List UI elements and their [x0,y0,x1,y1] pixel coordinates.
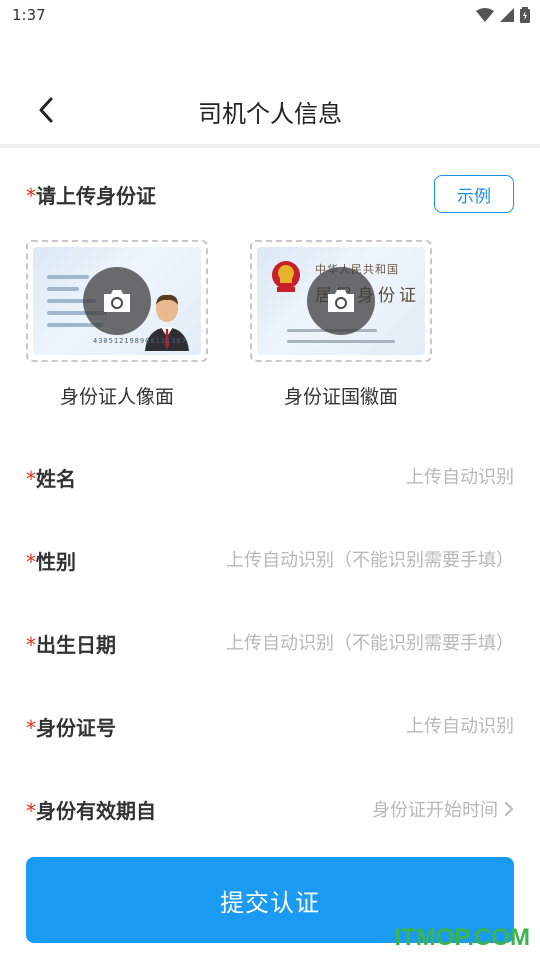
wifi-icon [476,8,494,22]
camera-button-front [83,267,151,335]
gender-label: *性别 [26,546,76,575]
upload-section-title: *请上传身份证 [26,180,156,209]
id-back-label: 身份证国徽面 [283,386,398,408]
battery-icon [520,7,530,23]
birthdate-input[interactable] [194,632,514,654]
id-number-label-text: 身份证号 [36,715,116,740]
id-front-label: 身份证人像面 [59,386,174,408]
gender-input[interactable] [194,549,514,571]
valid-from-placeholder: 身份证开始时间 [372,800,498,821]
id-back-image: 中华人民共和国 居民身份证 [257,247,425,355]
id-front-image: 430512198908131367 [33,247,201,355]
required-mark: * [26,798,36,823]
status-icons [476,6,530,24]
valid-from-label-text: 身份有效期自 [36,798,156,823]
id-number-input[interactable] [194,715,514,737]
upload-title-text: 请上传身份证 [36,184,156,208]
signal-icon [500,8,514,22]
form-row-id-number: *身份证号 [26,706,514,746]
required-mark: * [26,715,36,740]
valid-from-picker[interactable]: 身份证开始时间 [372,796,514,822]
form-row-valid-from[interactable]: *身份有效期自 身份证开始时间 [26,789,514,829]
id-number-label: *身份证号 [26,712,116,741]
status-time: 1:37 [12,6,46,24]
name-input[interactable] [194,466,514,488]
camera-button-back [307,267,375,335]
watermark: ITMOP.COM [394,924,530,951]
birthdate-label: *出生日期 [26,629,116,658]
required-mark: * [26,184,36,208]
form-row-gender: *性别 [26,540,514,580]
gender-label-text: 性别 [36,549,76,574]
name-label-text: 姓名 [36,466,76,491]
status-bar: 1:37 [0,0,540,32]
card-number: 430512198908131367 [93,337,187,345]
camera-icon [328,290,354,312]
camera-icon [104,290,130,312]
national-emblem-icon [272,261,300,292]
required-mark: * [26,549,36,574]
id-front-upload[interactable]: 430512198908131367 [26,240,208,362]
page-title: 司机个人信息 [198,100,342,128]
nav-divider [0,144,540,148]
form-row-name: *姓名 [26,457,514,497]
valid-from-label: *身份有效期自 [26,795,156,824]
name-label: *姓名 [26,463,76,492]
nav-bar: 司机个人信息 [0,76,540,144]
required-mark: * [26,466,36,491]
birthdate-label-text: 出生日期 [36,632,116,657]
chevron-right-icon [505,802,513,816]
required-mark: * [26,632,36,657]
example-button[interactable]: 示例 [434,175,514,213]
id-back-upload[interactable]: 中华人民共和国 居民身份证 [250,240,432,362]
form-row-birthdate: *出生日期 [26,623,514,663]
